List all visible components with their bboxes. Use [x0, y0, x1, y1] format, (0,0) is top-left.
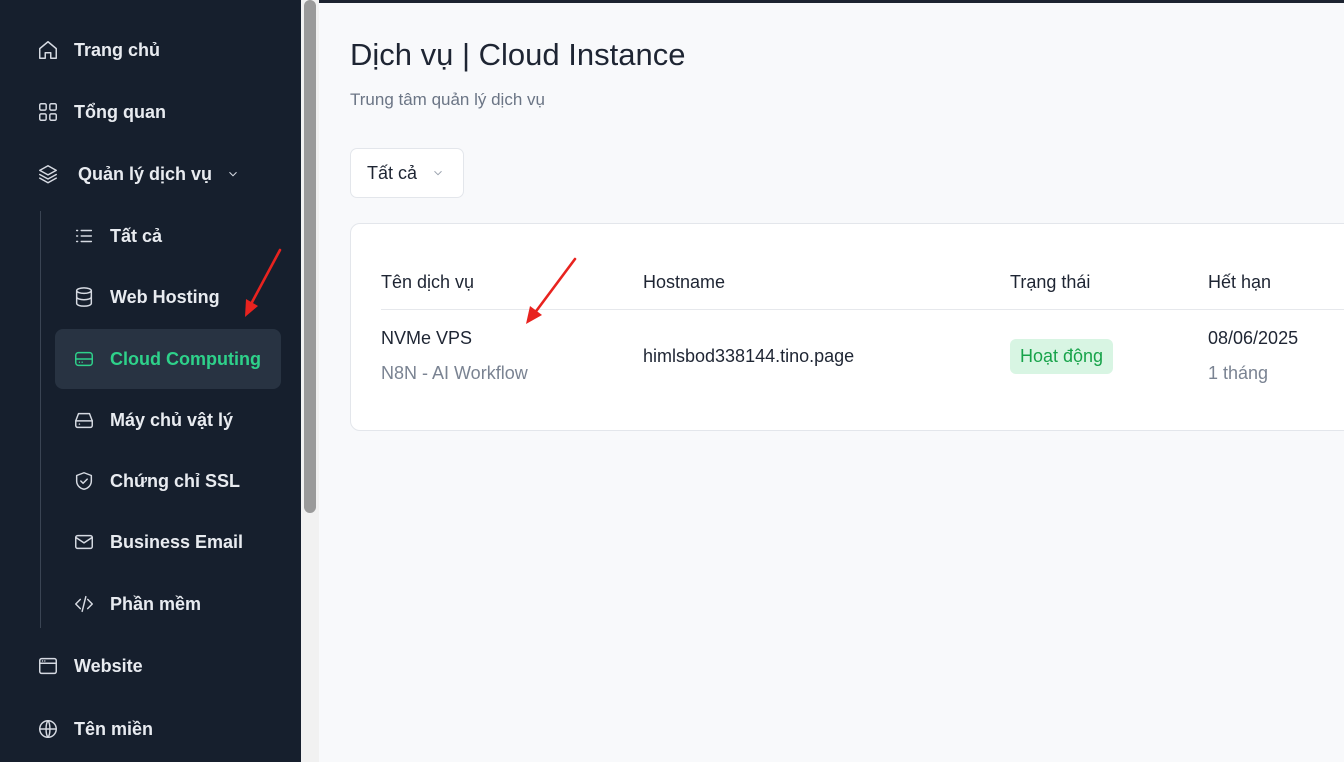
database-icon — [72, 285, 96, 309]
home-icon — [36, 38, 60, 62]
list-icon — [72, 224, 96, 248]
sidebar-item-label: Business Email — [110, 531, 244, 552]
hard-drive-icon — [72, 408, 96, 432]
sidebar: Trang chủ Tổng quan Quản lý dịch vụ Tất … — [0, 0, 301, 762]
sidebar-item-domain[interactable]: Tên miền — [36, 717, 153, 741]
sidebar-subitem-ssl[interactable]: Chứng chỉ SSL — [72, 469, 240, 493]
sidebar-item-label: Tổng quan — [74, 101, 166, 122]
globe-icon — [36, 717, 60, 741]
browser-icon — [36, 654, 60, 678]
sidebar-item-label: Website — [74, 655, 143, 676]
sidebar-item-home[interactable]: Trang chủ — [36, 38, 160, 62]
billing-cycle: 1 tháng — [1208, 363, 1269, 383]
chevron-down-icon — [226, 167, 240, 181]
status-badge: Hoạt động — [1010, 339, 1114, 374]
sidebar-item-label: Trang chủ — [74, 39, 161, 60]
main-content: Dịch vụ | Cloud Instance Trung tâm quản … — [319, 0, 1344, 762]
column-header-expiry: Hết hạn — [1208, 272, 1272, 292]
sidebar-subitem-business-email[interactable]: Business Email — [72, 530, 243, 554]
code-icon — [72, 592, 96, 616]
expiry-date: 08/06/2025 — [1208, 328, 1299, 348]
service-filter-dropdown[interactable]: Tất cả — [350, 148, 464, 198]
sidebar-item-website[interactable]: Website — [36, 654, 143, 678]
column-header-hostname: Hostname — [643, 272, 726, 292]
shield-check-icon — [72, 469, 96, 493]
service-name-link[interactable]: NVMe VPS — [381, 328, 472, 349]
sidebar-subitem-software[interactable]: Phần mềm — [72, 592, 201, 616]
column-header-service-name: Tên dịch vụ — [381, 272, 475, 292]
sidebar-item-label: Máy chủ vật lý — [110, 409, 234, 430]
page-subtitle: Trung tâm quản lý dịch vụ — [350, 90, 545, 109]
services-table-card: Tên dịch vụ Hostname Trạng thái Hết hạn … — [350, 223, 1344, 431]
filter-selected-value: Tất cả — [367, 162, 418, 183]
grid-icon — [36, 100, 60, 124]
table-header-divider — [381, 309, 1344, 310]
column-header-status: Trạng thái — [1010, 272, 1091, 292]
hostname-value: himlsbod338144.tino.page — [643, 346, 855, 366]
sidebar-subitem-cloud-computing[interactable]: Cloud Computing — [72, 347, 261, 371]
chevron-down-icon — [431, 166, 445, 180]
sidebar-item-service-management[interactable]: Quản lý dịch vụ — [36, 162, 240, 186]
sidebar-item-label: Cloud Computing — [110, 348, 261, 369]
sidebar-item-label: Tất cả — [110, 225, 163, 246]
sidebar-item-overview[interactable]: Tổng quan — [36, 100, 166, 124]
service-plan: N8N - AI Workflow — [381, 363, 528, 383]
page-title: Dịch vụ | Cloud Instance — [350, 37, 686, 72]
sidebar-item-label: Tên miền — [74, 718, 154, 739]
sidebar-item-label: Web Hosting — [110, 286, 220, 307]
sidebar-subitem-web-hosting[interactable]: Web Hosting — [72, 285, 220, 309]
sidebar-subitem-all[interactable]: Tất cả — [72, 224, 162, 248]
layers-icon — [36, 162, 60, 186]
mail-icon — [72, 530, 96, 554]
submenu-guide-line — [40, 211, 41, 628]
sidebar-item-label: Phần mềm — [110, 593, 202, 614]
server-icon — [72, 347, 96, 371]
sidebar-subitem-dedicated-server[interactable]: Máy chủ vật lý — [72, 408, 233, 432]
sidebar-item-label: Chứng chỉ SSL — [110, 470, 241, 491]
sidebar-scrollbar-thumb[interactable] — [304, 0, 316, 513]
sidebar-item-label: Quản lý dịch vụ — [78, 163, 213, 184]
